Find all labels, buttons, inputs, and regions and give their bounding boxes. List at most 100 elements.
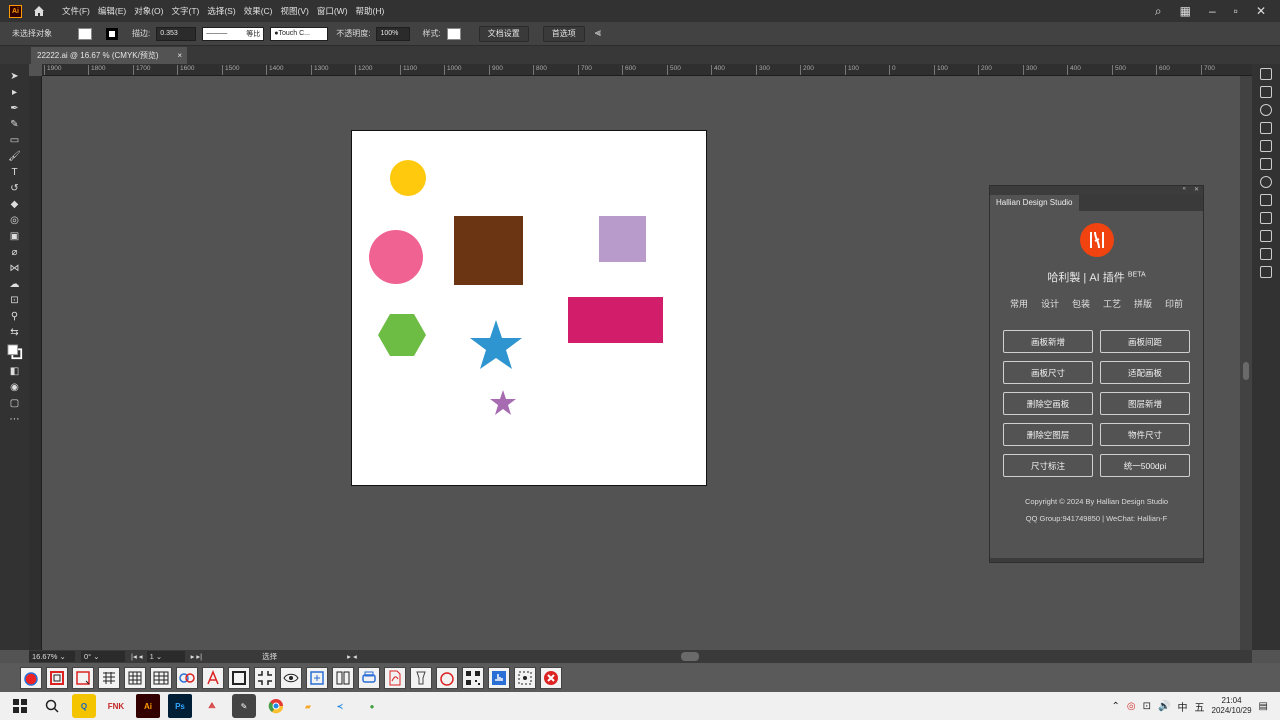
system-clock[interactable]: 21:04 2024/10/29 [1212,696,1252,716]
network-icon[interactable]: ⊡ [1143,701,1151,712]
rect-add-icon[interactable] [72,666,94,689]
qr-code-icon[interactable] [462,666,484,689]
rotate-tool-icon[interactable]: ↺ [7,182,23,195]
add-layer-button[interactable]: 图层新增 [1100,392,1190,415]
apple-outline-icon[interactable] [436,666,458,689]
stroke-swatch[interactable] [106,27,118,40]
wechat-taskbar-icon[interactable]: ● [360,694,384,718]
artboard-number-field[interactable]: 1 ⌄ [146,651,185,662]
ime-mode[interactable]: 五 [1195,699,1205,714]
volume-icon[interactable]: 🔊 [1158,701,1170,712]
type-tool-icon[interactable]: T [7,166,23,179]
screen-mode-icon[interactable]: ▢ [7,397,23,410]
pen-app-icon[interactable]: ✎ [232,694,256,718]
vscode-taskbar-icon[interactable]: ≺ [328,694,352,718]
status-menu-icon[interactable]: ▸ ◂ [347,652,357,661]
apple-red-icon[interactable] [20,666,42,689]
dimension-annotation-button[interactable]: 尺寸标注 [1003,454,1093,477]
minimize-icon[interactable]: – [1209,4,1216,18]
zoom-level-select[interactable]: 16.67% ⌄ [29,651,75,662]
curvature-tool-icon[interactable]: ✎ [7,118,23,131]
menu-edit[interactable]: 编辑(E) [94,5,130,17]
more-tools-icon[interactable]: ⋯ [7,413,23,426]
artboard[interactable] [351,130,707,486]
align-icon[interactable] [1260,212,1272,224]
crop-marks-icon[interactable] [254,666,276,689]
menu-select[interactable]: 选择(S) [203,5,239,17]
shape-builder-icon[interactable]: ◎ [7,214,23,227]
eye-icon[interactable] [280,666,302,689]
stroke-profile-select[interactable]: ——— 等比 [202,26,265,41]
menu-object[interactable]: 对象(O) [130,5,167,17]
menu-view[interactable]: 视图(V) [277,5,313,17]
appearance-icon[interactable] [1260,176,1272,188]
search-icon[interactable]: ⌕ [1155,4,1162,19]
print-icon[interactable] [358,666,380,689]
app-q-icon[interactable]: Q [72,694,96,718]
photoshop-taskbar-icon[interactable]: Ps [168,694,192,718]
vertical-scroll-thumb[interactable] [1243,362,1249,380]
delete-empty-layer-button[interactable]: 删除空图层 [1003,423,1093,446]
libraries-icon[interactable] [1260,86,1272,98]
fit-artboard-button[interactable]: 适配画板 [1100,361,1190,384]
grid-arrange-icon[interactable] [98,666,120,689]
category-design[interactable]: 设计 [1041,297,1059,310]
transform-icon[interactable] [1260,194,1272,206]
gradient-panel-icon[interactable] [1260,158,1272,170]
plugin-tab[interactable]: Hallian Design Studio [990,195,1079,211]
opacity-field[interactable]: 100% [376,26,411,41]
menu-type[interactable]: 文字(T) [167,5,203,17]
document-setup-button[interactable]: 文档设置 [478,25,529,42]
direct-selection-tool-icon[interactable]: ▸ [7,86,23,99]
category-craft[interactable]: 工艺 [1103,297,1121,310]
stroke-panel-icon[interactable] [1260,140,1272,152]
tray-app-icon[interactable]: ◎ [1127,701,1136,712]
preferences-button[interactable]: 首选项 [542,25,585,42]
panel-resize-handle[interactable] [990,558,1203,562]
circles-link-icon[interactable] [176,666,198,689]
split-pages-icon[interactable] [332,666,354,689]
document-tab[interactable]: 22222.ai @ 16.67 % (CMYK/预览) × [31,47,187,64]
close-icon[interactable]: ✕ [1256,4,1266,18]
delete-empty-artboard-button[interactable]: 删除空画板 [1003,392,1093,415]
illustrator-taskbar-icon[interactable]: Ai [136,694,160,718]
dotted-frame-icon[interactable] [514,666,536,689]
rectangle-tool-icon[interactable]: ▭ [7,134,23,147]
rotate-view-select[interactable]: 0° ⌄ [81,651,125,662]
search-icon[interactable] [40,694,64,718]
category-common[interactable]: 常用 [1010,297,1028,310]
category-packaging[interactable]: 包装 [1072,297,1090,310]
menu-file[interactable]: 文件(F) [58,5,94,17]
color-mode-icon[interactable]: ◧ [7,365,23,378]
layers-icon[interactable] [1260,248,1272,260]
table-icon[interactable] [150,666,172,689]
tray-chevron-icon[interactable]: ⌃ [1112,701,1120,712]
blend-tool-icon[interactable]: ⋈ [7,262,23,275]
square-outline-icon[interactable] [228,666,250,689]
frame-red-icon[interactable] [46,666,68,689]
windows-start-icon[interactable] [8,694,32,718]
vertical-scrollbar[interactable] [1240,76,1252,650]
swatches-icon[interactable] [1260,122,1272,134]
close-tab-icon[interactable]: × [177,51,182,60]
add-frame-icon[interactable] [306,666,328,689]
brush-select[interactable]: ● Touch C... [270,26,329,41]
add-artboard-button[interactable]: 画板新增 [1003,330,1093,353]
zoom-tool-icon[interactable]: ⚲ [7,310,23,323]
menu-window[interactable]: 窗口(W) [313,5,352,17]
category-imposition[interactable]: 拼版 [1134,297,1152,310]
stroke-width-field[interactable]: 0.353 [156,26,197,41]
maximize-icon[interactable]: ▫ [1234,4,1238,18]
hand-touch-icon[interactable] [488,666,510,689]
artboard-spacing-button[interactable]: 画板间距 [1100,330,1190,353]
paintbrush-tool-icon[interactable]: 🖌 [7,150,23,163]
acrobat-taskbar-icon[interactable]: ⟁ [200,694,224,718]
fill-swatch[interactable] [78,27,92,40]
grid-9-icon[interactable] [124,666,146,689]
artboard-tool-icon[interactable]: ⊡ [7,294,23,307]
close-panel-icon[interactable]: ✕ [1194,186,1199,195]
file-explorer-icon[interactable]: ▰ [296,694,320,718]
home-icon[interactable] [32,4,46,18]
selection-tool-icon[interactable]: ➤ [7,70,23,83]
next-artboard-icon[interactable]: ▸ ▸| [191,652,203,661]
